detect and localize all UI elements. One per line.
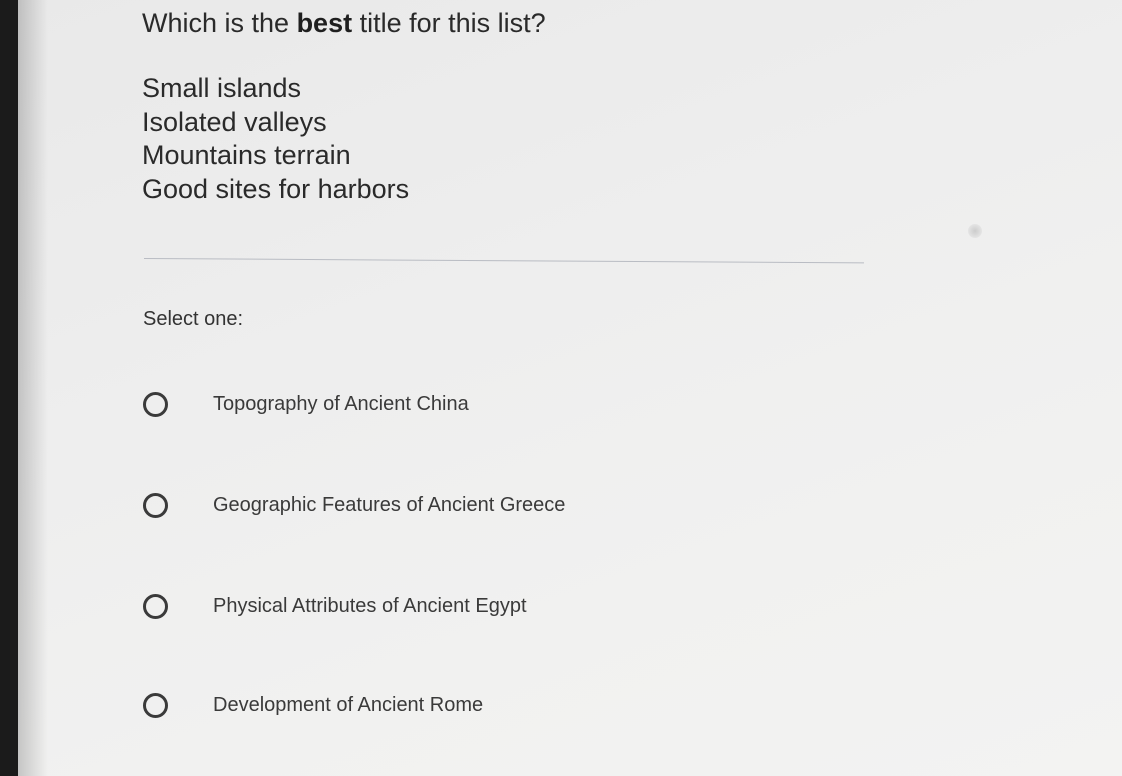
list-item: Mountains terrain — [142, 140, 351, 170]
screen-glare — [968, 224, 982, 238]
radio-button[interactable] — [143, 492, 168, 518]
list-item: Isolated valleys — [142, 106, 327, 137]
answer-option-3[interactable]: Physical Attributes of Ancient Egypt — [143, 586, 527, 626]
divider — [143, 258, 864, 264]
screen-edge-shadow — [18, 0, 48, 776]
select-one-label: Select one: — [143, 308, 244, 330]
question-suffix: title for this list? — [352, 8, 546, 38]
answer-option-1[interactable]: Topography of Ancient China — [143, 384, 469, 424]
answer-option-2[interactable]: Geographic Features of Ancient Greece — [143, 485, 565, 525]
list-item: Small islands — [142, 73, 302, 103]
question-emphasis: best — [296, 8, 353, 38]
option-label[interactable]: Topography of Ancient China — [213, 393, 469, 416]
radio-button[interactable] — [143, 692, 168, 718]
radio-button[interactable] — [143, 593, 168, 619]
quiz-screen: Which is the best title for this list? S… — [18, 0, 1122, 776]
list-item: Good sites for harbors — [142, 173, 410, 204]
answer-option-4[interactable]: Development of Ancient Rome — [143, 685, 483, 725]
question-prefix: Which is the — [142, 8, 297, 38]
item-list: Small islands Isolated valleys Mountains… — [142, 72, 409, 206]
question-text: Which is the best title for this list? — [142, 8, 546, 39]
radio-button[interactable] — [143, 391, 168, 417]
option-label[interactable]: Physical Attributes of Ancient Egypt — [213, 595, 527, 618]
option-label[interactable]: Development of Ancient Rome — [213, 694, 483, 717]
option-label[interactable]: Geographic Features of Ancient Greece — [213, 494, 565, 517]
